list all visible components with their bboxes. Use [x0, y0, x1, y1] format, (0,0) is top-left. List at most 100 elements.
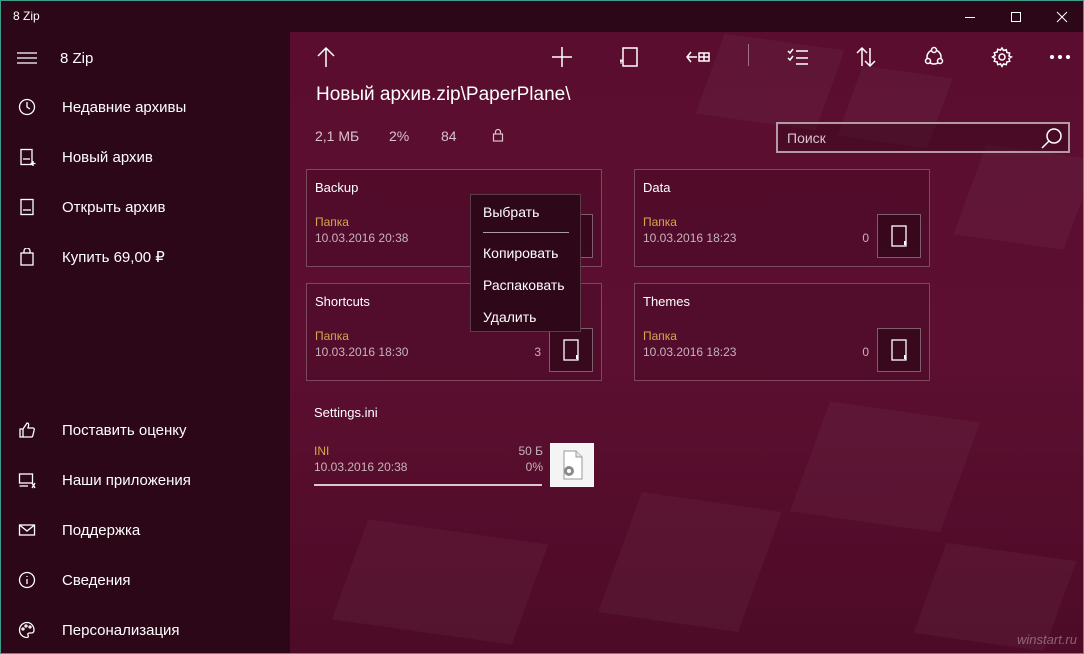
folder-count: 0 [862, 345, 869, 359]
folder-name: Shortcuts [315, 294, 370, 309]
close-icon [1056, 11, 1068, 22]
thumbs-up-icon [17, 420, 37, 440]
add-button[interactable] [542, 40, 582, 74]
folder-date: 10.03.2016 18:23 [643, 345, 737, 359]
search-input[interactable] [778, 124, 1038, 151]
open-archive-icon [17, 197, 37, 217]
close-button[interactable] [1039, 1, 1083, 32]
file-item-settings[interactable]: Settings.ini INI 10.03.2016 20:38 50 Б 0… [306, 402, 596, 492]
folder-name: Themes [643, 294, 690, 309]
share-icon [924, 46, 944, 65]
share-button[interactable] [914, 40, 954, 74]
file-count: 84 [441, 128, 457, 144]
folder-icon [877, 214, 921, 258]
folder-icon [549, 328, 593, 372]
new-folder-button[interactable] [610, 40, 650, 74]
apps-icon [17, 470, 37, 490]
shopping-bag-icon [17, 247, 37, 267]
sidebar-item-open-archive[interactable]: Открыть архив [1, 187, 290, 227]
sidebar-item-support[interactable]: Поддержка [1, 510, 290, 550]
folder-name: Backup [315, 180, 359, 195]
sidebar-item-label: Открыть архив [62, 198, 166, 216]
palette-icon [17, 620, 37, 640]
hamburger-icon [17, 48, 37, 68]
context-menu: Выбрать Копировать Распаковать Удалить [470, 194, 581, 332]
sidebar-item-recent[interactable]: Недавние архивы [1, 87, 290, 127]
maximize-icon [1011, 11, 1021, 22]
folder-date: 10.03.2016 20:38 [315, 231, 409, 245]
menu-item-copy[interactable]: Копировать [483, 245, 558, 261]
folder-type: Папка [315, 215, 349, 229]
arrow-up-icon [317, 46, 335, 67]
sidebar-item-rate[interactable]: Поставить оценку [1, 410, 290, 450]
background-decoration [790, 401, 980, 532]
archive-size: 2,1 МБ [315, 128, 360, 144]
folder-icon [877, 328, 921, 372]
maximize-button[interactable] [993, 1, 1039, 32]
folder-date: 10.03.2016 18:23 [643, 231, 737, 245]
new-file-icon [620, 47, 638, 67]
sidebar: 8 Zip Недавние архивы Новый архив Открыт… [1, 32, 290, 653]
info-icon [17, 570, 37, 590]
folder-name: Data [643, 180, 671, 195]
folder-count: 0 [862, 231, 869, 245]
sidebar-item-our-apps[interactable]: Наши приложения [1, 460, 290, 500]
new-archive-icon [17, 147, 37, 167]
menu-item-select[interactable]: Выбрать [483, 204, 539, 220]
hamburger-menu-button[interactable]: 8 Zip [1, 38, 290, 78]
file-size: 50 Б [518, 444, 543, 458]
sidebar-item-label: Поддержка [62, 521, 141, 539]
app-window: 8 Zip 8 Zip Недавние архивы Новый архив … [0, 0, 1084, 654]
file-progress-bar [314, 484, 542, 486]
sidebar-item-label: Новый архив [62, 148, 153, 166]
app-name: 8 Zip [60, 49, 94, 67]
up-button[interactable] [306, 40, 346, 74]
sidebar-item-label: Поставить оценку [62, 421, 187, 439]
settings-button[interactable] [982, 40, 1022, 74]
mail-icon [17, 520, 37, 540]
sidebar-item-label: Недавние архивы [62, 98, 187, 116]
folder-tile-data[interactable]: Data Папка 10.03.2016 18:23 0 [634, 169, 930, 267]
sidebar-item-label: Купить 69,00 ₽ [62, 249, 165, 266]
background-decoration [954, 144, 1083, 249]
folder-type: Папка [643, 215, 677, 229]
minimize-icon [965, 16, 975, 18]
sidebar-item-about[interactable]: Сведения [1, 560, 290, 600]
select-mode-button[interactable] [778, 40, 818, 74]
more-button[interactable] [1040, 40, 1080, 74]
menu-item-extract[interactable]: Распаковать [483, 277, 565, 293]
file-ratio: 0% [525, 460, 543, 474]
sort-icon [856, 46, 876, 68]
window-title: 8 Zip [13, 9, 40, 23]
extract-button[interactable] [678, 40, 718, 74]
menu-item-delete[interactable]: Удалить [483, 309, 536, 325]
search-box[interactable] [776, 122, 1070, 153]
sidebar-item-label: Сведения [62, 571, 131, 589]
folder-type: Папка [315, 329, 349, 343]
clock-icon [17, 97, 37, 117]
extract-arrow-icon [686, 51, 710, 63]
watermark: winstart.ru [1017, 632, 1077, 647]
sidebar-item-new-archive[interactable]: Новый архив [1, 137, 290, 177]
file-date: 10.03.2016 20:38 [314, 460, 408, 474]
sort-button[interactable] [846, 40, 886, 74]
settings-file-icon [550, 443, 594, 487]
search-icon[interactable] [1040, 126, 1064, 150]
archive-path: Новый архив.zip\PaperPlane\ [316, 84, 571, 105]
folder-type: Папка [643, 329, 677, 343]
checklist-icon [787, 48, 808, 65]
sidebar-item-personalization[interactable]: Персонализация [1, 610, 290, 650]
plus-icon [552, 47, 572, 67]
sidebar-item-label: Персонализация [62, 621, 180, 639]
sidebar-item-buy[interactable]: Купить 69,00 ₽ [1, 237, 290, 277]
file-name: Settings.ini [314, 405, 378, 420]
minimize-button[interactable] [947, 1, 993, 32]
more-dots-icon [1049, 54, 1071, 60]
lock-icon [492, 128, 504, 147]
compression-ratio: 2% [389, 128, 410, 144]
main-content: Новый архив.zip\PaperPlane\ 2,1 МБ 2% 84… [290, 32, 1083, 653]
toolbar-separator [748, 44, 749, 66]
gear-icon [991, 46, 1013, 68]
folder-tile-themes[interactable]: Themes Папка 10.03.2016 18:23 0 [634, 283, 930, 381]
sidebar-item-label: Наши приложения [62, 471, 191, 489]
